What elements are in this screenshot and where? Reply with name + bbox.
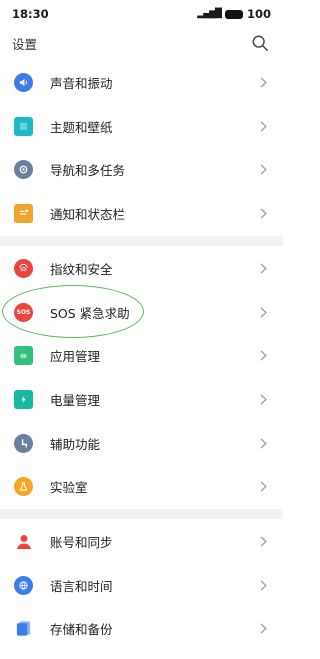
settings-item-sound[interactable]: 声音和振动: [0, 61, 283, 105]
settings-item-storage[interactable]: 存储和备份: [0, 607, 283, 651]
settings-item-fingerprint[interactable]: 指纹和安全: [0, 247, 283, 291]
battery-status-icon: [224, 9, 243, 19]
chevron-right-icon: [260, 77, 267, 88]
settings-item-account[interactable]: 账号和同步: [0, 520, 283, 564]
storage-icon: [14, 619, 33, 638]
navigation-icon: [14, 160, 33, 180]
settings-item-lab[interactable]: 实验室: [0, 465, 283, 509]
chevron-right-icon: [260, 263, 267, 274]
battery-icon: [14, 390, 33, 410]
account-icon: [14, 532, 33, 551]
settings-item-label: 辅助功能: [50, 436, 101, 452]
settings-item-label: 实验室: [50, 480, 88, 496]
settings-item-navigation[interactable]: 导航和多任务: [0, 148, 283, 192]
settings-item-language[interactable]: 语言和时间: [0, 564, 283, 608]
settings-group-2: 指纹和安全 SOS SOS 紧急求助 应用管理 电量管理 辅助功能 实验室: [0, 247, 283, 509]
settings-item-accessibility[interactable]: 辅助功能: [0, 421, 283, 465]
status-bar: 18:30 ▂▄▆█ 100: [0, 0, 283, 28]
settings-item-label: 声音和振动: [50, 76, 113, 92]
chevron-right-icon: [260, 208, 267, 219]
settings-group-3: 账号和同步 语言和时间 存储和备份: [0, 520, 283, 651]
settings-item-label: 电量管理: [50, 393, 101, 409]
settings-item-app-management[interactable]: 应用管理: [0, 334, 283, 378]
signal-icon: ▂▄▆█: [197, 9, 222, 19]
settings-item-label: 应用管理: [50, 349, 101, 365]
settings-item-label: SOS 紧急求助: [50, 305, 130, 321]
chevron-right-icon: [260, 165, 267, 175]
settings-item-label: 指纹和安全: [50, 262, 113, 278]
settings-item-battery[interactable]: 电量管理: [0, 378, 283, 422]
theme-icon: [14, 116, 33, 136]
status-indicators: ▂▄▆█ 100: [197, 7, 271, 21]
status-time: 18:30: [12, 7, 49, 21]
settings-item-label: 账号和同步: [50, 535, 113, 551]
lab-icon: [14, 477, 33, 497]
chevron-right-icon: [260, 394, 267, 405]
chevron-right-icon: [260, 481, 267, 492]
chevron-right-icon: [260, 121, 267, 132]
chevron-right-icon: [260, 536, 267, 547]
chevron-right-icon: [260, 438, 267, 449]
search-icon[interactable]: [251, 34, 269, 52]
sound-icon: [14, 73, 33, 93]
accessibility-icon: [14, 433, 33, 453]
settings-item-sos[interactable]: SOS SOS 紧急求助: [0, 284, 283, 338]
app-management-icon: [14, 346, 33, 366]
battery-level: 100: [246, 7, 271, 21]
settings-item-label: 主题和壁纸: [50, 119, 113, 135]
chevron-right-icon: [260, 580, 267, 591]
settings-item-label: 存储和备份: [50, 622, 113, 638]
settings-item-label: 语言和时间: [50, 578, 113, 594]
section-divider: [0, 236, 283, 246]
settings-item-label: 通知和状态栏: [50, 207, 126, 223]
settings-item-theme[interactable]: 主题和壁纸: [0, 105, 283, 149]
chevron-right-icon: [260, 307, 267, 318]
header: 设置: [0, 28, 283, 58]
notification-icon: [14, 204, 33, 224]
sos-icon: SOS: [14, 302, 33, 322]
page-title: 设置: [12, 36, 38, 52]
language-icon: [14, 575, 33, 595]
settings-item-label: 导航和多任务: [50, 163, 126, 179]
section-divider: [0, 509, 283, 519]
settings-item-notification[interactable]: 通知和状态栏: [0, 192, 283, 236]
settings-group-1: 声音和振动 主题和壁纸 导航和多任务 通知和状态栏: [0, 61, 283, 235]
chevron-right-icon: [260, 624, 267, 634]
fingerprint-icon: [14, 259, 33, 279]
chevron-right-icon: [260, 351, 267, 361]
